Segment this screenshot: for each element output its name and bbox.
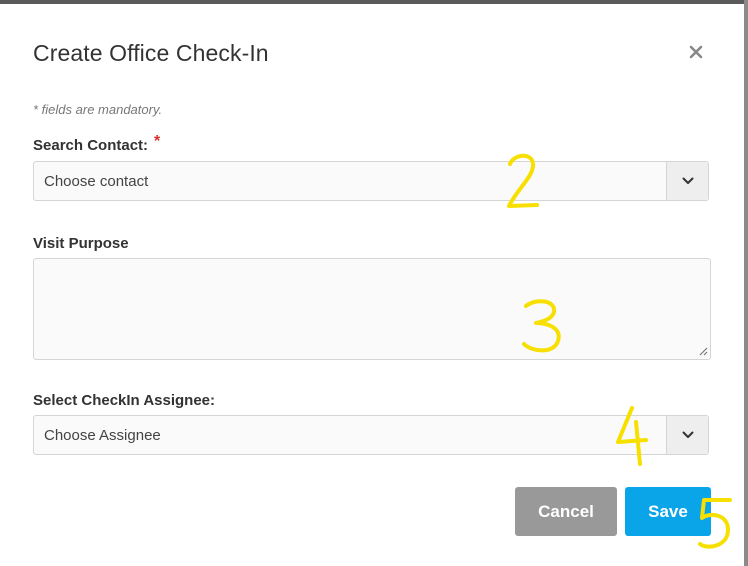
assignee-select-arrow[interactable] (666, 416, 708, 454)
required-star: * (154, 133, 161, 150)
visit-purpose-textarea[interactable] (33, 258, 711, 360)
resize-handle-icon[interactable] (698, 346, 708, 356)
mandatory-note: * fields are mandatory. (33, 102, 163, 117)
contact-select[interactable]: Choose contact (33, 161, 709, 201)
chevron-down-icon (682, 177, 693, 184)
assignee-label: Select CheckIn Assignee: (33, 392, 216, 409)
chevron-down-icon (682, 431, 693, 438)
page: Create Office Check-In * fields are mand… (0, 0, 748, 566)
dialog-title: Create Office Check-In (33, 40, 269, 66)
contact-select-placeholder: Choose contact (44, 173, 149, 190)
cancel-button[interactable]: Cancel (515, 487, 617, 536)
contact-select-arrow[interactable] (666, 162, 708, 200)
assignee-select[interactable]: Choose Assignee (33, 415, 709, 455)
visit-purpose-label: Visit Purpose (33, 235, 129, 252)
close-icon (689, 45, 703, 59)
contact-label-text: Search Contact: (33, 137, 149, 154)
assignee-select-placeholder: Choose Assignee (44, 427, 161, 444)
close-button[interactable] (684, 40, 708, 64)
window-frame-right (744, 0, 748, 566)
save-button[interactable]: Save (625, 487, 711, 536)
contact-label: Search Contact: * (33, 133, 160, 155)
create-checkin-dialog: Create Office Check-In * fields are mand… (0, 4, 744, 566)
